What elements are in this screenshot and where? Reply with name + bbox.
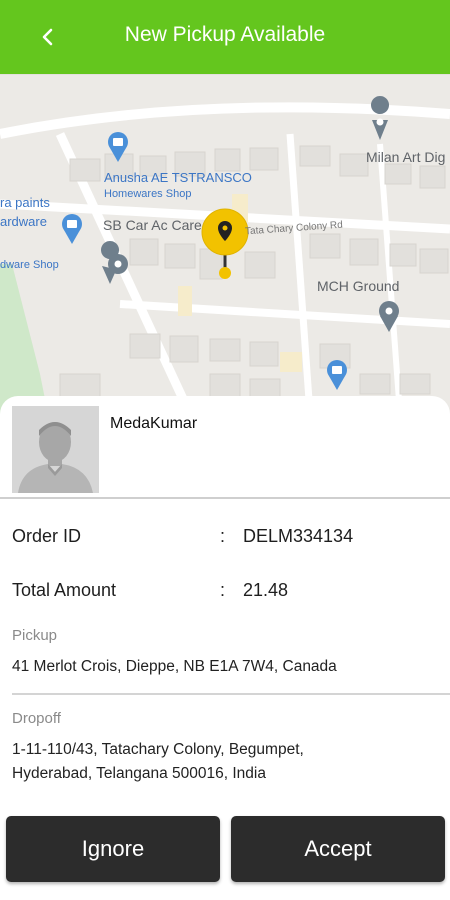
map-label-anusha: Anusha AE TSTRANSCO	[104, 170, 252, 185]
dropoff-address-line2: Hyderabad, Telangana 500016, India	[12, 765, 266, 782]
map-view[interactable]: Anusha AE TSTRANSCO Homewares Shop Milan…	[0, 74, 450, 414]
order-id-value: DELM334134	[243, 526, 354, 546]
divider	[0, 497, 450, 499]
map-label-mch: MCH Ground	[317, 278, 400, 294]
avatar	[12, 406, 99, 493]
dropoff-address-line1: 1-11-110/43, Tatachary Colony, Begumpet,	[12, 741, 304, 758]
total-amount-colon: :	[220, 580, 226, 600]
ignore-button[interactable]: Ignore	[6, 816, 220, 882]
accept-button[interactable]: Accept	[231, 816, 445, 882]
map-label-anusha-sub: Homewares Shop	[104, 188, 192, 200]
map-label-ra-paints: ra paints	[0, 195, 50, 210]
pickup-details-sheet: MedaKumar Order ID : DELM334134 Total Am…	[0, 396, 450, 900]
page-title: New Pickup Available	[124, 23, 326, 46]
total-amount-label: Total Amount	[12, 580, 117, 600]
dropoff-title: Dropoff	[12, 710, 61, 727]
map-label-hardware: ardware	[0, 214, 47, 229]
total-amount-value: 21.48	[243, 580, 289, 600]
pickup-address: 41 Merlot Crois, Dieppe, NB E1A 7W4, Can…	[12, 658, 337, 675]
map-pin-icon	[371, 96, 390, 140]
pickup-title: Pickup	[12, 627, 58, 644]
app-header: New Pickup Available	[0, 0, 450, 74]
map-label-hardware-shop: dware Shop	[0, 259, 59, 271]
order-id-label: Order ID	[12, 526, 82, 546]
divider	[12, 693, 450, 695]
map-label-milan: Milan Art Dig	[366, 149, 446, 165]
map-label-sb-car: SB Car Ac Care	[103, 217, 202, 233]
driver-name: MedaKumar	[110, 415, 198, 432]
order-id-colon: :	[220, 526, 226, 546]
map-canvas	[0, 74, 450, 414]
person-icon	[12, 406, 99, 493]
